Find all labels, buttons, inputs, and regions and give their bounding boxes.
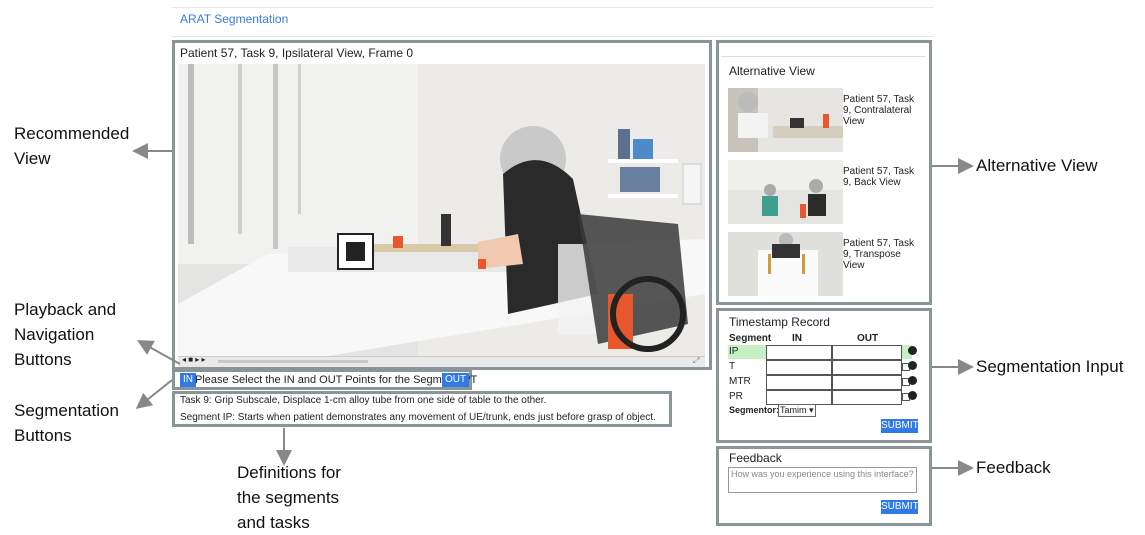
arrow-playback [137,340,181,365]
annotation-arrows [132,143,974,476]
arrow-segmentation-buttons [135,379,173,409]
